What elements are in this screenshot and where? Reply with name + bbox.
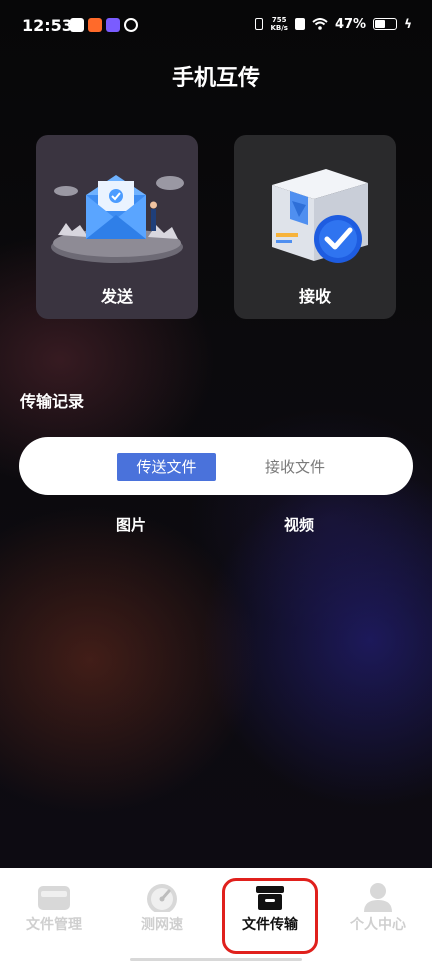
nav-label-speed-test: 测网速 [141,917,183,933]
net-speed-unit: KB/s [270,24,288,32]
filter-images[interactable]: 图片 [116,514,146,535]
records-tab-switch: 传送文件 接收文件 [19,437,413,495]
status-right: 755 KB/s 47% ϟ [255,16,412,32]
app-background [0,0,432,868]
app-notification-icon [88,18,102,32]
notification-icons [70,18,138,32]
vibrate-icon [255,18,264,30]
nav-profile[interactable]: 个人中心 [328,882,428,934]
page-title: 手机互传 [171,66,260,91]
speedometer-icon [147,884,177,912]
send-label: 发送 [100,287,133,306]
battery-icon [373,18,398,30]
nav-label-profile: 个人中心 [350,917,406,933]
battery-percent: 47% [334,16,367,32]
highlight-box [222,878,318,954]
receive-box-icon [272,169,368,263]
nav-file-manager[interactable]: 文件管理 [4,882,104,934]
status-bar: 12:53 755 KB/s 47% ϟ [0,0,432,52]
send-button[interactable]: 发送 [36,135,198,319]
net-speed: 755 KB/s [270,16,287,32]
nav-speed-test[interactable]: 测网速 [112,882,212,934]
filter-videos[interactable]: 视频 [284,514,314,535]
net-speed-value: 755 [271,16,287,24]
wifi-icon [312,18,328,30]
send-envelope-icon [51,175,184,263]
link-icon [124,18,138,32]
video-app-icon [106,18,120,32]
charging-icon: ϟ [404,17,412,31]
person-icon [364,883,392,912]
status-time: 12:53 [22,16,73,35]
receive-label: 接收 [298,287,331,306]
receive-button[interactable]: 接收 [234,135,396,319]
sim-icon [294,18,305,30]
records-title: 传输记录 [20,392,85,411]
bottom-nav: 文件管理 测网速 文件传输 个人中心 [0,868,432,964]
mail-icon [70,18,84,32]
folder-icon [38,886,70,910]
tab-sent-files[interactable]: 传送文件 [117,453,216,481]
home-indicator [130,958,302,961]
nav-label-file-manager: 文件管理 [26,917,82,933]
tab-received-files[interactable]: 接收文件 [245,453,345,481]
